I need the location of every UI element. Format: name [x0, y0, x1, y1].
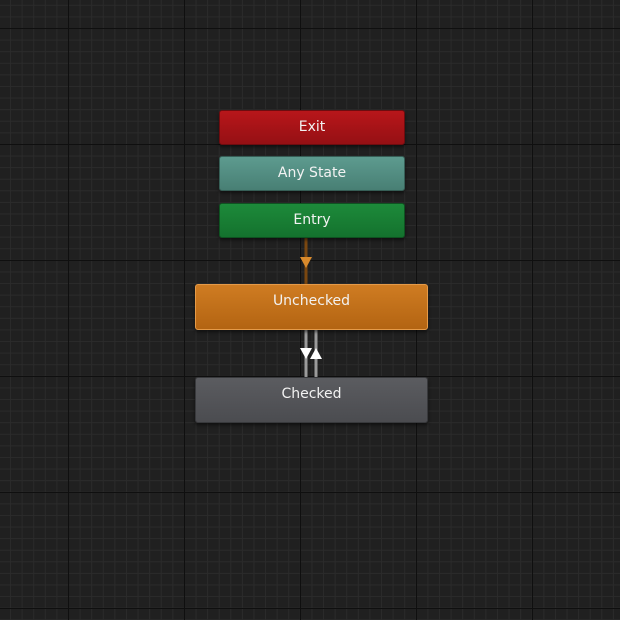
- state-node-checked[interactable]: Checked: [195, 377, 428, 423]
- animator-graph-canvas[interactable]: Exit Any State Entry Unchecked Checked: [0, 0, 620, 620]
- transition-unchecked-to-checked[interactable]: [300, 330, 312, 377]
- state-label: Any State: [277, 165, 347, 181]
- state-label: Exit: [298, 119, 326, 135]
- state-label: Checked: [281, 386, 342, 402]
- state-node-any-state[interactable]: Any State: [219, 156, 405, 191]
- state-label: Unchecked: [272, 293, 351, 309]
- state-node-entry[interactable]: Entry: [219, 203, 405, 238]
- state-node-unchecked[interactable]: Unchecked: [195, 284, 428, 330]
- state-label: Entry: [293, 212, 331, 228]
- transition-entry-to-unchecked[interactable]: [300, 238, 312, 284]
- state-node-exit[interactable]: Exit: [219, 110, 405, 145]
- transition-checked-to-unchecked[interactable]: [310, 330, 322, 377]
